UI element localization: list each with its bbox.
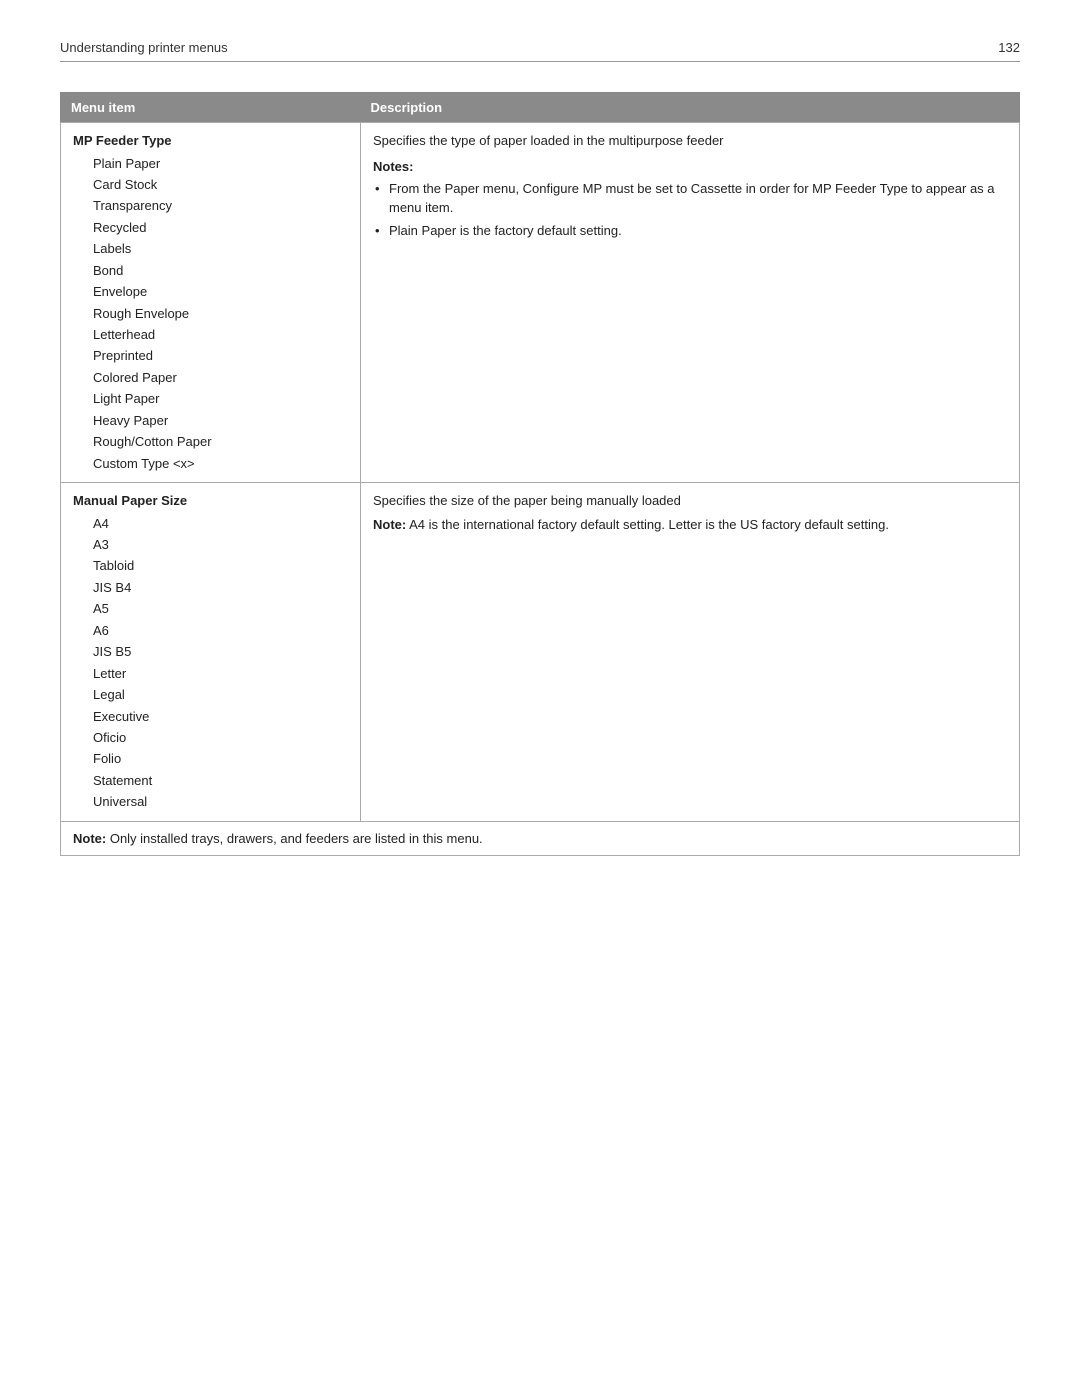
desc-cell-1: Specifies the size of the paper being ma…: [361, 483, 1020, 822]
table-row: Manual Paper SizeA4A3TabloidJIS B4A5A6JI…: [61, 483, 1020, 822]
desc-cell-0: Specifies the type of paper loaded in th…: [361, 123, 1020, 483]
menu-cell-1: Manual Paper SizeA4A3TabloidJIS B4A5A6JI…: [61, 483, 361, 822]
footer-note-bold: Note:: [73, 831, 106, 846]
menu-sub-item: Rough Envelope: [73, 303, 348, 324]
note-inline-bold-1: Note:: [373, 517, 406, 532]
menu-sub-item: Custom Type <x>: [73, 453, 348, 474]
menu-sub-item: A4: [73, 513, 348, 534]
menu-sub-item: Plain Paper: [73, 153, 348, 174]
page-title: Understanding printer menus: [60, 40, 228, 55]
menu-sub-item: Envelope: [73, 281, 348, 302]
menu-sub-item: Universal: [73, 791, 348, 812]
menu-sub-item: Folio: [73, 748, 348, 769]
menu-sub-item: Executive: [73, 706, 348, 727]
menu-sub-item: Tabloid: [73, 555, 348, 576]
menu-item-header-1: Manual Paper Size: [73, 491, 348, 511]
menu-sub-item: Letter: [73, 663, 348, 684]
menu-sub-item: Recycled: [73, 217, 348, 238]
menu-sub-item: A3: [73, 534, 348, 555]
menu-sub-item: Card Stock: [73, 174, 348, 195]
menu-sub-item: A6: [73, 620, 348, 641]
menu-item-header-0: MP Feeder Type: [73, 131, 348, 151]
menu-sub-item: Transparency: [73, 195, 348, 216]
desc-main-text-0: Specifies the type of paper loaded in th…: [373, 131, 1007, 151]
menu-sub-item: Light Paper: [73, 388, 348, 409]
menu-sub-item: Letterhead: [73, 324, 348, 345]
table-row: MP Feeder TypePlain PaperCard StockTrans…: [61, 123, 1020, 483]
footer-cell: Note: Only installed trays, drawers, and…: [61, 821, 1020, 856]
menu-sub-item: Colored Paper: [73, 367, 348, 388]
desc-main-text-1: Specifies the size of the paper being ma…: [373, 491, 1007, 511]
menu-cell-0: MP Feeder TypePlain PaperCard StockTrans…: [61, 123, 361, 483]
menu-sub-item: JIS B4: [73, 577, 348, 598]
bullet-list-0: From the Paper menu, Configure MP must b…: [373, 180, 1007, 241]
page-header: Understanding printer menus 132: [60, 40, 1020, 62]
menu-sub-item: Heavy Paper: [73, 410, 348, 431]
bullet-item: Plain Paper is the factory default setti…: [373, 222, 1007, 241]
menu-sub-item: Oficio: [73, 727, 348, 748]
footer-row: Note: Only installed trays, drawers, and…: [61, 821, 1020, 856]
menu-sub-item: JIS B5: [73, 641, 348, 662]
main-table: Menu item Description MP Feeder TypePlai…: [60, 92, 1020, 856]
desc-note-inline-1: Note: A4 is the international factory de…: [373, 515, 1007, 535]
col-desc-header: Description: [361, 93, 1020, 123]
page-number: 132: [998, 40, 1020, 55]
menu-sub-item: Labels: [73, 238, 348, 259]
menu-sub-item: A5: [73, 598, 348, 619]
menu-sub-item: Legal: [73, 684, 348, 705]
bullet-item: From the Paper menu, Configure MP must b…: [373, 180, 1007, 218]
desc-notes-label-0: Notes:: [373, 157, 1007, 177]
col-menu-header: Menu item: [61, 93, 361, 123]
menu-sub-item: Preprinted: [73, 345, 348, 366]
menu-sub-item: Bond: [73, 260, 348, 281]
menu-sub-item: Statement: [73, 770, 348, 791]
menu-sub-item: Rough/Cotton Paper: [73, 431, 348, 452]
